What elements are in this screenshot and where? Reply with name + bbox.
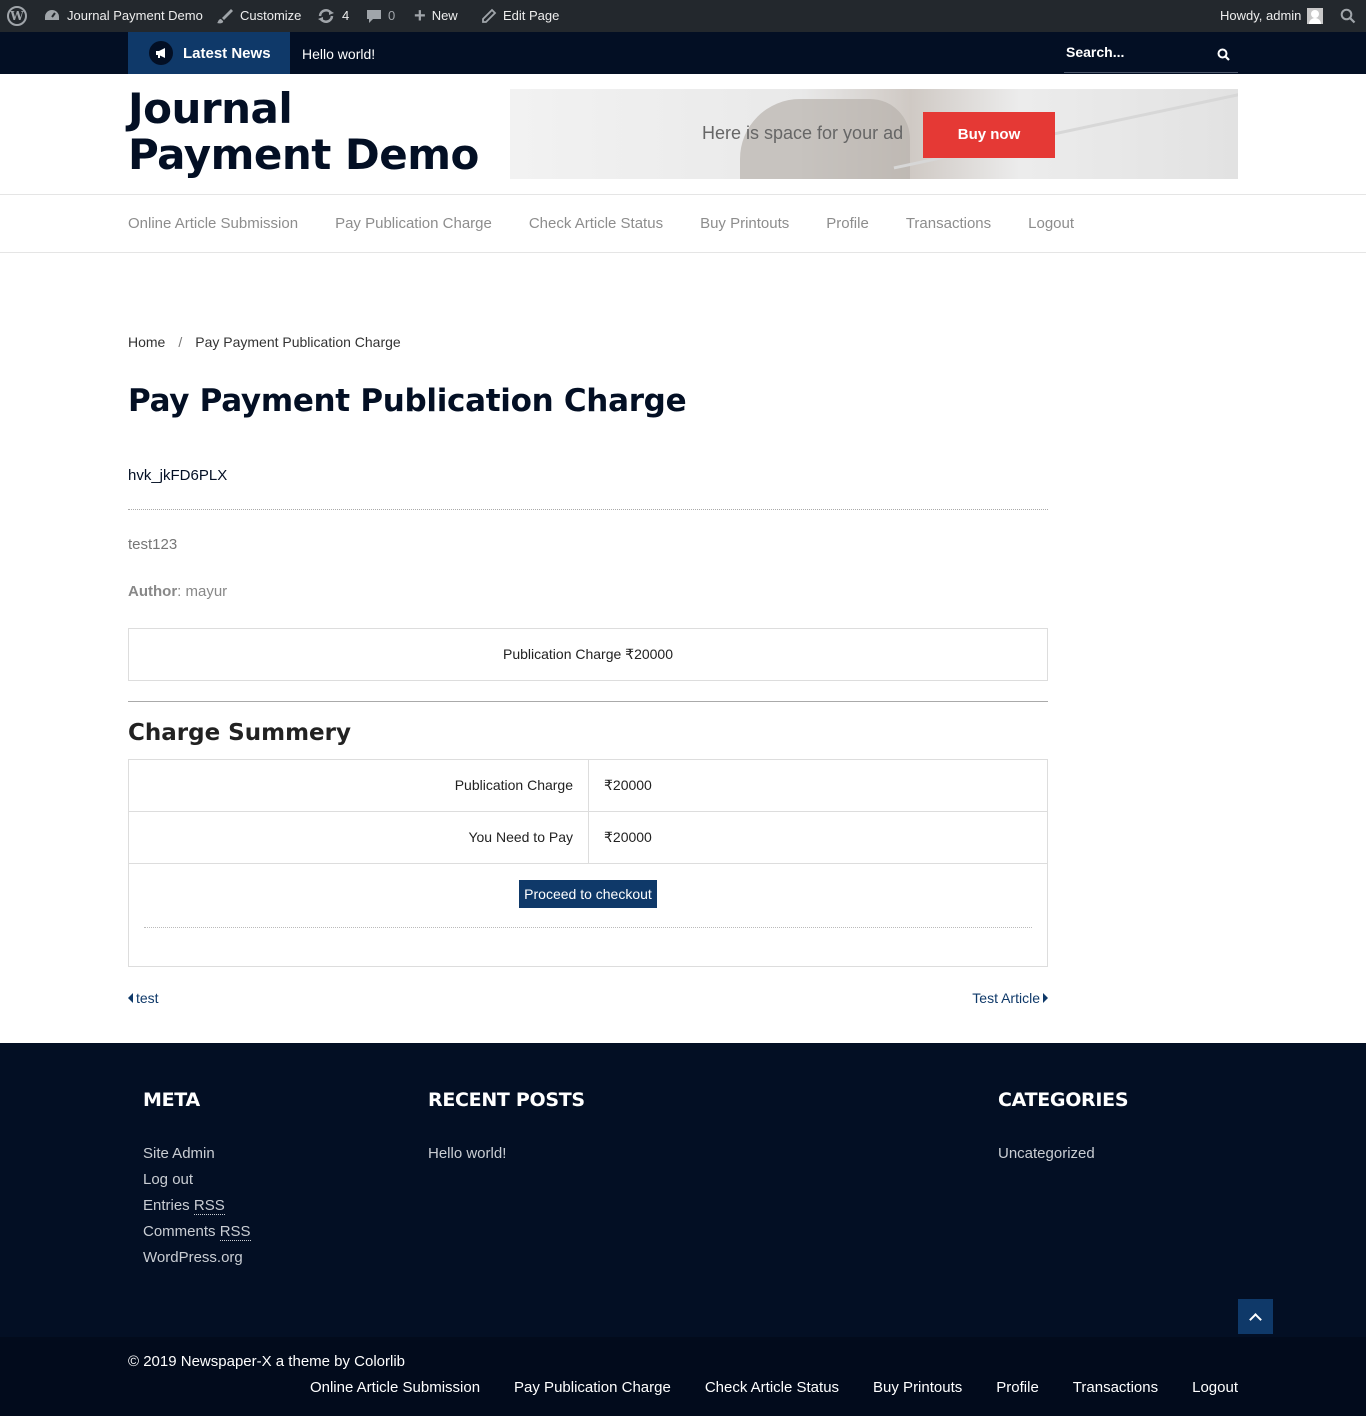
recent-posts-widget: RECENT POSTS Hello world! — [428, 1089, 585, 1167]
dotted-divider — [144, 927, 1032, 928]
page-title: Pay Payment Publication Charge — [128, 383, 687, 419]
site-title[interactable]: Journal Payment Demo — [128, 86, 498, 178]
megaphone-icon — [149, 41, 173, 65]
avatar — [1307, 8, 1324, 24]
copyright-text: © 2019 Newspaper-X a theme by Colorlib — [128, 1353, 406, 1370]
section-divider — [128, 701, 1048, 702]
ad-text: Here is space for your ad — [702, 123, 904, 143]
news-ticker-item[interactable]: Hello world! — [302, 32, 375, 74]
admin-bar-comments[interactable]: 0 — [366, 0, 395, 32]
main-navigation: Online Article Submission Pay Publicatio… — [0, 194, 1366, 253]
footer-navigation: Online Article Submission Pay Publicatio… — [276, 1379, 1238, 1396]
buy-now-button[interactable]: Buy now — [923, 112, 1055, 158]
breadcrumb-current: Pay Payment Publication Charge — [195, 334, 401, 350]
nav-item-online-article-submission[interactable]: Online Article Submission — [128, 195, 298, 252]
admin-bar-edit-page[interactable]: Edit Page — [481, 0, 559, 32]
recent-posts-title: RECENT POSTS — [428, 1089, 585, 1111]
admin-bar-customize[interactable]: Customize — [216, 0, 301, 32]
meta-widget-title: META — [143, 1089, 200, 1111]
table-row: You Need to Pay ₹20000 — [129, 812, 1047, 864]
categories-widget: CATEGORIES Uncategorized — [998, 1089, 1129, 1167]
footer-link-log-out[interactable]: Log out — [143, 1167, 251, 1193]
footer-bottom-bar: © 2019 Newspaper-X a theme by Colorlib O… — [0, 1337, 1366, 1416]
charge-summary-title: Charge Summery — [128, 720, 351, 746]
footer-link-site-admin[interactable]: Site Admin — [143, 1141, 251, 1167]
meta-widget: META Site Admin Log out Entries RSS Comm… — [143, 1089, 251, 1271]
search-icon[interactable] — [1217, 48, 1230, 61]
article-title: test123 — [128, 536, 178, 553]
recent-post-link[interactable]: Hello world! — [428, 1141, 585, 1167]
breadcrumb: Home / Pay Payment Publication Charge — [128, 334, 401, 350]
header-search — [1064, 40, 1238, 73]
caret-left-icon — [128, 993, 133, 1003]
admin-bar: W Journal Payment Demo Customize 4 0 + N… — [0, 0, 1366, 32]
admin-bar-new[interactable]: + New — [414, 0, 458, 32]
footer-nav-pay-publication-charge[interactable]: Pay Publication Charge — [514, 1379, 671, 1396]
table-cell-label: Publication Charge — [129, 760, 589, 811]
search-input[interactable] — [1064, 40, 1204, 64]
categories-title: CATEGORIES — [998, 1089, 1129, 1111]
pencil-icon — [481, 8, 497, 24]
footer-nav-transactions[interactable]: Transactions — [1073, 1379, 1158, 1396]
proceed-to-checkout-button[interactable]: Proceed to checkout — [519, 880, 657, 908]
updates-icon — [316, 8, 336, 24]
admin-bar-account[interactable]: Howdy, admin — [1220, 0, 1324, 32]
caret-right-icon — [1043, 993, 1048, 1003]
chevron-up-icon — [1249, 1312, 1262, 1326]
nav-item-profile[interactable]: Profile — [826, 195, 869, 252]
nav-item-buy-printouts[interactable]: Buy Printouts — [700, 195, 789, 252]
table-cell-value: ₹20000 — [604, 829, 652, 845]
table-cell-value: ₹20000 — [604, 777, 652, 793]
admin-bar-search-icon[interactable] — [1340, 0, 1356, 32]
footer-nav-logout[interactable]: Logout — [1192, 1379, 1238, 1396]
footer-nav-profile[interactable]: Profile — [996, 1379, 1039, 1396]
footer-nav-online-article-submission[interactable]: Online Article Submission — [310, 1379, 480, 1396]
admin-bar-site-name[interactable]: Journal Payment Demo — [43, 0, 203, 32]
nav-item-transactions[interactable]: Transactions — [906, 195, 991, 252]
next-post-link[interactable]: Test Article — [968, 990, 1048, 1006]
publication-charge-box: Publication Charge ₹20000 — [128, 628, 1048, 681]
footer-link-comments-rss[interactable]: Comments RSS — [143, 1219, 251, 1245]
nav-item-check-article-status[interactable]: Check Article Status — [529, 195, 663, 252]
author-label: Author — [128, 583, 178, 600]
table-row: Publication Charge ₹20000 — [129, 760, 1047, 812]
breadcrumb-separator: / — [178, 334, 183, 350]
footer-nav-check-article-status[interactable]: Check Article Status — [705, 1379, 839, 1396]
back-to-top-button[interactable] — [1238, 1299, 1273, 1334]
previous-post-link[interactable]: test — [128, 990, 159, 1006]
comment-icon — [366, 8, 382, 24]
admin-bar-updates[interactable]: 4 — [316, 0, 349, 32]
nav-item-logout[interactable]: Logout — [1028, 195, 1074, 252]
author-line: Author: mayur — [128, 583, 227, 600]
breadcrumb-home[interactable]: Home — [128, 334, 165, 350]
dashboard-icon — [43, 8, 61, 24]
brush-icon — [216, 8, 234, 24]
table-cell-label: You Need to Pay — [129, 812, 589, 863]
charge-summary-table: Publication Charge ₹20000 You Need to Pa… — [128, 759, 1048, 967]
plus-icon: + — [414, 5, 426, 27]
payment-token: hvk_jkFD6PLX — [128, 467, 228, 484]
latest-news-label: Latest News — [128, 32, 290, 74]
category-link[interactable]: Uncategorized — [998, 1141, 1128, 1167]
nav-item-pay-publication-charge[interactable]: Pay Publication Charge — [335, 195, 492, 252]
author-value: : mayur — [177, 583, 228, 600]
footer-link-wordpress-org[interactable]: WordPress.org — [143, 1245, 251, 1271]
news-bar: Latest News Hello world! — [0, 32, 1366, 74]
footer-nav-buy-printouts[interactable]: Buy Printouts — [873, 1379, 962, 1396]
footer: META Site Admin Log out Entries RSS Comm… — [0, 1043, 1366, 1337]
footer-link-entries-rss[interactable]: Entries RSS — [143, 1193, 251, 1219]
dotted-divider — [128, 509, 1048, 510]
ad-banner: Here is space for your ad Buy now — [510, 89, 1238, 179]
wordpress-logo-icon[interactable]: W — [7, 0, 27, 32]
